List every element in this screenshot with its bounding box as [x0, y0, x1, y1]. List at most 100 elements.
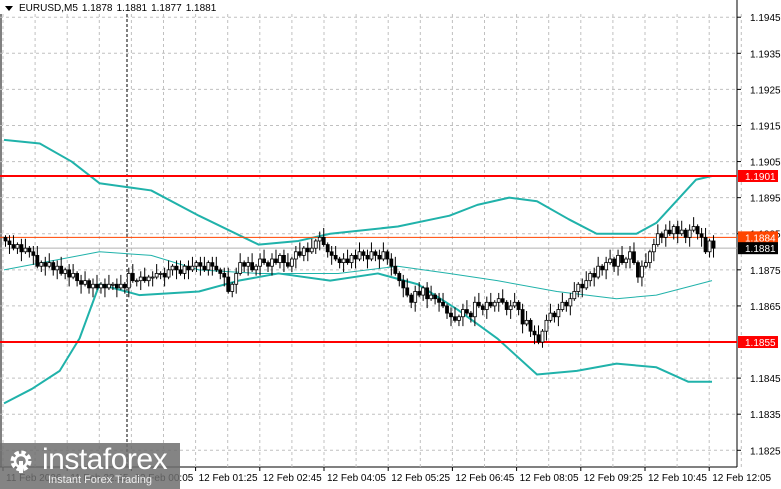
candle-body	[337, 258, 342, 264]
time-tick-label: 12 Feb 05:25	[391, 473, 450, 484]
time-tick-label: 12 Feb 06:45	[455, 473, 514, 484]
chart-header: EURUSD,M5 1.1878 1.1881 1.1877 1.1881	[5, 3, 216, 14]
candle-body	[472, 301, 477, 318]
candle-body	[413, 291, 418, 303]
candle-body	[63, 269, 68, 274]
candle-body	[647, 251, 652, 264]
candle-body	[166, 269, 171, 278]
candle-body	[345, 258, 350, 264]
candle-body	[377, 254, 382, 260]
candle-body	[174, 265, 179, 271]
candle-body	[79, 280, 83, 285]
candle-body	[449, 312, 453, 318]
candle-body	[667, 229, 672, 235]
candle-body	[138, 276, 143, 282]
candle-body	[695, 226, 700, 235]
candle-body	[170, 265, 175, 271]
candle-body	[274, 258, 278, 264]
candle-body	[632, 251, 636, 264]
candle-body	[246, 262, 251, 267]
candle-body	[55, 265, 60, 271]
candle-body	[182, 265, 187, 274]
candle-body	[107, 283, 111, 289]
candle-body	[190, 265, 195, 271]
candle-body	[663, 229, 668, 238]
candle-body	[178, 269, 183, 274]
candle-body	[250, 262, 255, 271]
candle-body	[445, 305, 449, 314]
candle-body	[146, 276, 151, 282]
candle-body	[162, 273, 167, 278]
candle-body	[659, 233, 664, 238]
candle-body	[297, 251, 302, 256]
candle-body	[453, 316, 457, 321]
time-tick-label: 12 Feb 01:25	[199, 473, 258, 484]
candle-body	[321, 236, 326, 245]
candle-body	[536, 334, 541, 343]
candle-body	[441, 301, 445, 307]
candle-body	[130, 273, 135, 282]
price-tick-label: 1.1845	[750, 374, 781, 385]
candle-body	[636, 262, 640, 278]
candle-body	[540, 330, 545, 343]
price-tick-label: 1.1865	[750, 302, 781, 313]
level-price-tag: 1.1901	[745, 172, 776, 183]
candle-body	[194, 262, 199, 267]
bollinger-upper-line	[3, 138, 713, 246]
candle-body	[564, 301, 569, 307]
symbol-label: EURUSD,M5	[19, 3, 78, 14]
candle-body	[186, 265, 191, 271]
candle-body	[7, 240, 12, 245]
candle-body	[461, 309, 465, 318]
candle-body	[711, 240, 716, 249]
candle-body	[560, 301, 565, 310]
candle-body	[429, 294, 434, 300]
candle-body	[588, 273, 593, 282]
candle-body	[691, 226, 696, 231]
price-tick-label: 1.1915	[750, 121, 781, 132]
price-chart[interactable]: 11 Feb 202611 Feb 22:4512 Feb 00:0512 Fe…	[0, 0, 781, 489]
candle-body	[409, 294, 414, 303]
candle-body	[520, 309, 525, 325]
dropdown-triangle-icon[interactable]	[5, 6, 13, 11]
candle-body	[556, 309, 561, 318]
candle-body	[679, 229, 684, 235]
candle-body	[457, 316, 461, 321]
candle-body	[369, 251, 374, 260]
candle-body	[198, 262, 203, 267]
candle-body	[218, 269, 223, 274]
candle-body	[389, 258, 394, 267]
candle-body	[361, 251, 366, 256]
candle-body	[624, 258, 628, 264]
candle-body	[576, 283, 581, 292]
candle-body	[675, 226, 680, 235]
candle-body	[655, 233, 660, 245]
candle-body	[242, 262, 247, 267]
candle-body	[488, 301, 493, 307]
candle-body	[604, 262, 609, 271]
candle-body	[417, 291, 422, 296]
candle-body	[465, 309, 469, 314]
candle-body	[234, 273, 239, 285]
gear-logo-icon	[10, 450, 32, 473]
candle-body	[492, 301, 497, 307]
candle-body	[114, 283, 119, 289]
price-tick-label: 1.1905	[750, 158, 781, 169]
candle-body	[202, 265, 207, 271]
candle-body	[616, 254, 620, 267]
logo-tagline: Instant Forex Trading	[48, 474, 152, 486]
candle-body	[683, 229, 688, 238]
candle-body	[476, 301, 481, 307]
candle-body	[600, 265, 605, 271]
candle-body	[353, 254, 358, 260]
candle-body	[19, 244, 24, 253]
candle-body	[15, 244, 20, 249]
candle-body	[35, 254, 40, 267]
time-tick-label: 12 Feb 12:05	[712, 473, 771, 484]
candle-body	[393, 265, 398, 274]
candle-body	[365, 254, 370, 260]
candle-body	[39, 262, 44, 267]
candle-body	[142, 276, 147, 282]
candle-body	[504, 301, 509, 310]
candle-body	[580, 283, 585, 289]
